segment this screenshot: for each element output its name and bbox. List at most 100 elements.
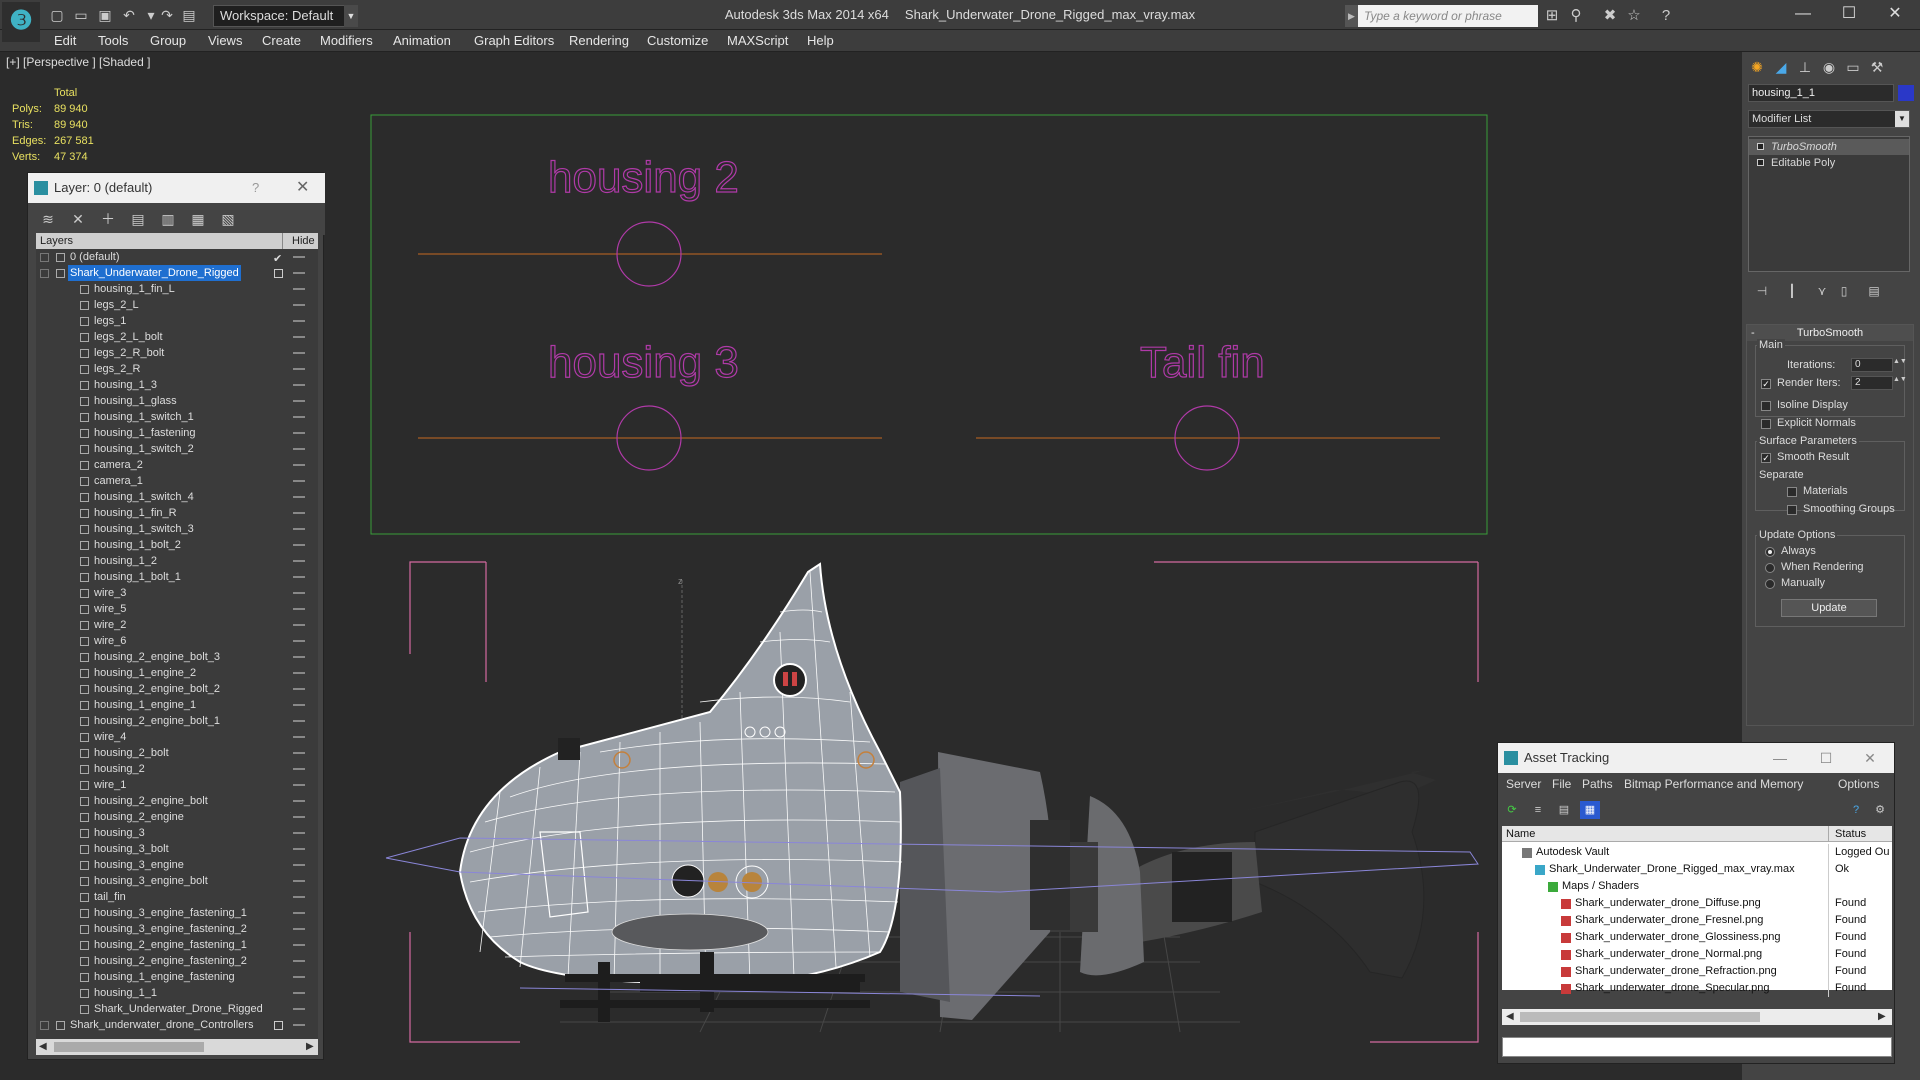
hide-toggle[interactable] — [293, 384, 305, 386]
delete-layer-icon[interactable]: ✕ — [66, 209, 90, 229]
layer-manager-icon[interactable]: ≋ — [36, 209, 60, 229]
hide-toggle[interactable] — [293, 816, 305, 818]
hide-toggle[interactable] — [293, 608, 305, 610]
hide-toggle[interactable] — [293, 832, 305, 834]
shark-head-wireframe[interactable] — [458, 562, 903, 986]
layer-row[interactable]: housing_2_engine_bolt — [36, 793, 318, 809]
layer-row[interactable]: housing_2_engine_bolt_2 — [36, 681, 318, 697]
asset-row[interactable]: Shark_underwater_drone_Refraction.png Fou… — [1502, 963, 1892, 980]
maximize-button[interactable]: ☐ — [1826, 0, 1872, 30]
modify-tab-icon[interactable]: ◢ — [1770, 56, 1792, 78]
display-tab-icon[interactable]: ▭ — [1842, 56, 1864, 78]
hide-toggle[interactable] — [293, 880, 305, 882]
make-current-box[interactable] — [274, 269, 283, 278]
asset-path-field[interactable] — [1502, 1037, 1892, 1057]
lightbulb-icon[interactable] — [1757, 143, 1764, 150]
asset-row[interactable]: Shark_Underwater_Drone_Rigged_max_vray.m… — [1502, 861, 1892, 878]
layer-row[interactable]: housing_1_fin_L — [36, 281, 318, 297]
spinner-arrows-icon[interactable]: ▲▼ — [1893, 358, 1907, 372]
settings-icon[interactable]: ⚙ — [1870, 801, 1890, 819]
menu-customize[interactable]: Customize — [647, 33, 708, 48]
materials-checkbox[interactable] — [1787, 487, 1797, 497]
remove-modifier-icon[interactable]: ▯ — [1834, 282, 1854, 300]
layer-row[interactable]: Shark_Underwater_Drone_Rigged — [36, 1001, 318, 1017]
layer-row[interactable]: housing_3_engine — [36, 857, 318, 873]
asset-row[interactable]: Shark_underwater_drone_Fresnel.png Found — [1502, 912, 1892, 929]
layer-row[interactable]: housing_2_engine_bolt_3 — [36, 649, 318, 665]
hide-toggle[interactable] — [293, 496, 305, 498]
expand-icon[interactable] — [40, 253, 49, 262]
hide-toggle[interactable] — [293, 912, 305, 914]
menu-create[interactable]: Create — [262, 33, 301, 48]
close-button[interactable]: ✕ — [1872, 0, 1918, 30]
chevron-down-icon[interactable]: ▼ — [344, 5, 358, 27]
layer-list[interactable]: 0 (default) ✔ Shark_Underwater_Drone_Rigge… — [36, 249, 318, 1039]
layer-row[interactable]: housing_3_engine_bolt — [36, 873, 318, 889]
layer-row[interactable]: housing_1_bolt_2 — [36, 537, 318, 553]
layer-row[interactable]: housing_2_engine_fastening_2 — [36, 953, 318, 969]
asset-row[interactable]: Autodesk Vault Logged Ou — [1502, 844, 1892, 861]
isoline-display-checkbox[interactable] — [1761, 401, 1771, 411]
hide-toggle[interactable] — [293, 992, 305, 994]
hide-toggle[interactable] — [293, 416, 305, 418]
hide-toggle[interactable] — [293, 960, 305, 962]
hide-toggle[interactable] — [293, 768, 305, 770]
hide-toggle[interactable] — [293, 976, 305, 978]
layer-row[interactable]: housing_3_engine_fastening_2 — [36, 921, 318, 937]
layer-row[interactable]: legs_2_L — [36, 297, 318, 313]
layer-row[interactable]: wire_3 — [36, 585, 318, 601]
menu-options[interactable]: Options — [1838, 777, 1879, 791]
new-file-icon[interactable]: ▢ — [46, 5, 68, 25]
save-file-icon[interactable]: ▣ — [94, 5, 116, 25]
menu-help[interactable]: Help — [807, 33, 834, 48]
menu-group[interactable]: Group — [150, 33, 186, 48]
layer-row[interactable]: legs_2_L_bolt — [36, 329, 318, 345]
motion-tab-icon[interactable]: ◉ — [1818, 56, 1840, 78]
hide-toggle[interactable] — [293, 448, 305, 450]
menu-server[interactable]: Server — [1506, 777, 1541, 791]
hide-toggle[interactable] — [293, 544, 305, 546]
hide-toggle[interactable] — [293, 288, 305, 290]
asset-row[interactable]: Maps / Shaders — [1502, 878, 1892, 895]
stack-item-turbosmooth[interactable]: TurboSmooth — [1749, 139, 1909, 155]
create-tab-icon[interactable]: ✺ — [1746, 56, 1768, 78]
menu-file[interactable]: File — [1552, 777, 1571, 791]
layer-row[interactable]: housing_1_1 — [36, 985, 318, 1001]
layer-row[interactable]: housing_1_switch_2 — [36, 441, 318, 457]
hide-toggle[interactable] — [293, 864, 305, 866]
iterations-spinner[interactable]: 0 — [1851, 358, 1893, 372]
hide-toggle[interactable] — [293, 800, 305, 802]
configure-sets-icon[interactable]: ▤ — [1864, 282, 1884, 300]
update-always-radio[interactable] — [1765, 547, 1775, 557]
hide-all-icon[interactable]: ▧ — [216, 209, 240, 229]
expand-icon[interactable] — [40, 1021, 49, 1030]
scroll-thumb[interactable] — [54, 1042, 204, 1052]
modifier-list-dropdown[interactable]: Modifier List ▼ — [1748, 110, 1910, 128]
hide-toggle[interactable] — [293, 752, 305, 754]
highlight-layer-icon[interactable]: ▦ — [186, 209, 210, 229]
help-icon[interactable]: ? — [252, 173, 259, 203]
hide-toggle[interactable] — [293, 592, 305, 594]
hide-toggle[interactable] — [293, 656, 305, 658]
shark-housing-2[interactable] — [900, 752, 1232, 1020]
layer-row[interactable]: camera_2 — [36, 457, 318, 473]
layer-row[interactable]: housing_1_engine_2 — [36, 665, 318, 681]
hide-toggle[interactable] — [293, 784, 305, 786]
menu-edit[interactable]: Edit — [54, 33, 76, 48]
layer-row[interactable]: housing_1_3 — [36, 377, 318, 393]
scroll-right-icon[interactable]: ▶ — [306, 1039, 314, 1055]
layer-row[interactable]: wire_1 — [36, 777, 318, 793]
communication-icon[interactable]: ✖ — [1598, 5, 1622, 27]
layer-row[interactable]: housing_2_engine — [36, 809, 318, 825]
details-view-icon[interactable]: ▤ — [1554, 801, 1574, 819]
make-unique-icon[interactable]: ⋎ — [1812, 282, 1832, 300]
minimize-button[interactable]: — — [1780, 0, 1826, 30]
layer-row[interactable]: housing_1_fastening — [36, 425, 318, 441]
hide-toggle[interactable] — [293, 480, 305, 482]
maximize-button[interactable]: ☐ — [1806, 743, 1846, 773]
layer-row[interactable]: 0 (default) ✔ — [36, 249, 318, 265]
show-end-result-icon[interactable]: ┃ — [1782, 282, 1802, 300]
render-iters-checkbox[interactable]: ✓ — [1761, 379, 1771, 389]
layer-row[interactable]: housing_2_engine_bolt_1 — [36, 713, 318, 729]
list-view-icon[interactable]: ≡ — [1528, 801, 1548, 819]
